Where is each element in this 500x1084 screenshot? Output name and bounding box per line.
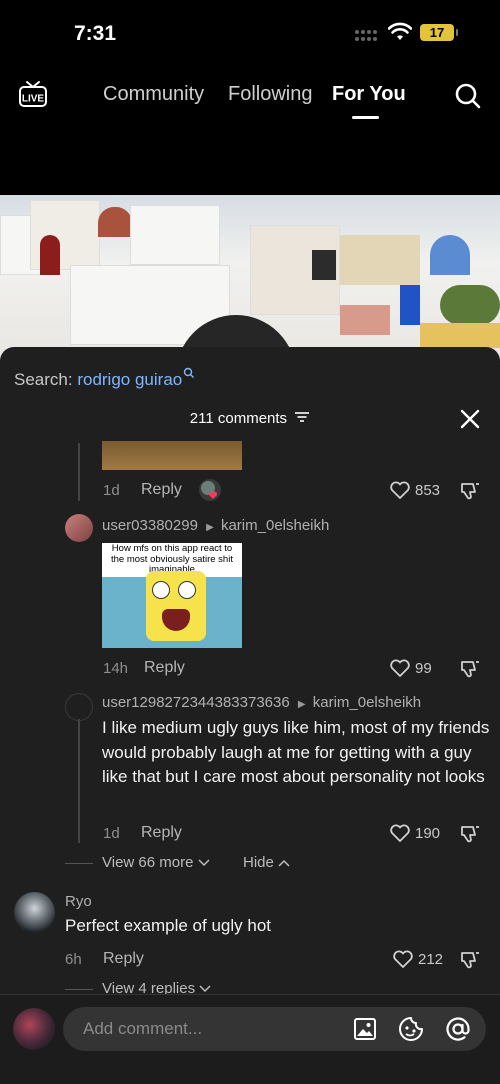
heart-icon bbox=[390, 824, 410, 842]
user-avatar[interactable] bbox=[13, 1008, 55, 1050]
search-small-icon bbox=[184, 367, 195, 378]
comment-count: 211 comments bbox=[189, 410, 288, 427]
svg-text:LIVE: LIVE bbox=[22, 94, 45, 105]
comments-header: 211 comments bbox=[0, 410, 500, 427]
comment-time: 6h bbox=[65, 951, 82, 968]
wifi-icon bbox=[388, 22, 412, 40]
like-count: 853 bbox=[415, 481, 441, 499]
active-tab-indicator bbox=[352, 116, 379, 119]
tab-community[interactable]: Community bbox=[103, 83, 204, 106]
reply-button[interactable]: Reply bbox=[141, 824, 182, 842]
search-icon[interactable] bbox=[454, 82, 482, 110]
image-icon[interactable] bbox=[353, 1017, 377, 1041]
search-prefix: Search: bbox=[14, 370, 73, 389]
tab-following[interactable]: Following bbox=[228, 83, 312, 106]
dislike-icon[interactable] bbox=[459, 823, 481, 845]
avatar[interactable] bbox=[65, 514, 93, 542]
chevron-up-icon bbox=[278, 859, 290, 867]
chevron-down-icon bbox=[198, 859, 210, 867]
video-preview[interactable] bbox=[0, 195, 500, 365]
chevron-down-icon bbox=[199, 985, 211, 993]
sort-filter-icon[interactable] bbox=[294, 411, 310, 423]
reply-arrow-icon: ▶ bbox=[206, 522, 214, 533]
reply-arrow-icon: ▶ bbox=[297, 699, 306, 710]
comment-input[interactable]: Add comment... bbox=[63, 1007, 486, 1051]
like-count: 99 bbox=[415, 659, 432, 677]
avatar[interactable] bbox=[14, 892, 55, 933]
like-count: 212 bbox=[418, 950, 444, 968]
dislike-icon[interactable] bbox=[459, 949, 481, 971]
divider bbox=[65, 989, 93, 990]
comments-sheet: Search: rodrigo guirao 211 comments 1d R… bbox=[0, 347, 500, 1084]
reply-button[interactable]: Reply bbox=[141, 481, 182, 499]
emoji-icon[interactable] bbox=[398, 1016, 424, 1042]
hide-replies-button[interactable]: Hide bbox=[243, 854, 290, 871]
reply-thread-line bbox=[78, 443, 80, 501]
comment-meme-image[interactable]: How mfs on this app react to the most ob… bbox=[102, 543, 242, 648]
comment-text: I like medium ugly guys like him, most o… bbox=[102, 718, 490, 786]
divider bbox=[65, 863, 93, 864]
comment-time: 1d bbox=[103, 825, 120, 842]
battery-icon: 17 bbox=[420, 24, 458, 41]
view-more-replies-button[interactable]: View 66 more bbox=[102, 854, 210, 871]
heart-icon bbox=[390, 481, 410, 499]
mention-icon[interactable] bbox=[445, 1016, 471, 1042]
status-time: 7:31 bbox=[74, 22, 117, 45]
heart-icon bbox=[390, 659, 410, 677]
tab-for-you[interactable]: For You bbox=[332, 83, 406, 106]
close-icon[interactable] bbox=[459, 408, 481, 430]
like-count: 190 bbox=[415, 824, 441, 842]
comment-composer: Add comment... bbox=[0, 994, 500, 1084]
live-icon[interactable]: LIVE bbox=[18, 80, 48, 108]
search-query-link[interactable]: rodrigo guirao bbox=[77, 370, 182, 389]
search-suggestion[interactable]: Search: rodrigo guirao bbox=[14, 367, 195, 390]
heart-icon bbox=[393, 950, 413, 968]
reply-button[interactable]: Reply bbox=[144, 659, 185, 677]
top-nav: LIVE Community Following For You bbox=[0, 70, 500, 120]
comment-username[interactable]: user03380299 ▶ karim_0elsheikh bbox=[102, 517, 329, 534]
like-button[interactable]: 212 bbox=[392, 949, 443, 969]
comment-username[interactable]: Ryo bbox=[65, 893, 92, 910]
like-button[interactable]: 853 bbox=[389, 480, 440, 500]
avatar[interactable] bbox=[65, 693, 93, 721]
like-button[interactable]: 99 bbox=[389, 658, 432, 678]
reply-button[interactable]: Reply bbox=[103, 950, 144, 968]
comment-time: 1d bbox=[103, 482, 120, 499]
comment-time: 14h bbox=[103, 660, 129, 677]
reply-thread-line bbox=[78, 719, 80, 843]
comment-username[interactable]: user1298272344383373636 ▶ karim_0elsheik… bbox=[102, 694, 421, 711]
comment-text: Perfect example of ugly hot bbox=[65, 916, 272, 935]
creator-liked-avatar bbox=[199, 479, 221, 501]
dislike-icon[interactable] bbox=[459, 480, 481, 502]
comment-media-thumbnail[interactable] bbox=[102, 441, 242, 470]
cellular-signal-icon bbox=[355, 30, 379, 42]
comment-placeholder: Add comment... bbox=[83, 1019, 203, 1038]
dislike-icon[interactable] bbox=[459, 658, 481, 680]
like-button[interactable]: 190 bbox=[389, 823, 440, 843]
status-bar: 7:31 17 bbox=[0, 0, 500, 60]
